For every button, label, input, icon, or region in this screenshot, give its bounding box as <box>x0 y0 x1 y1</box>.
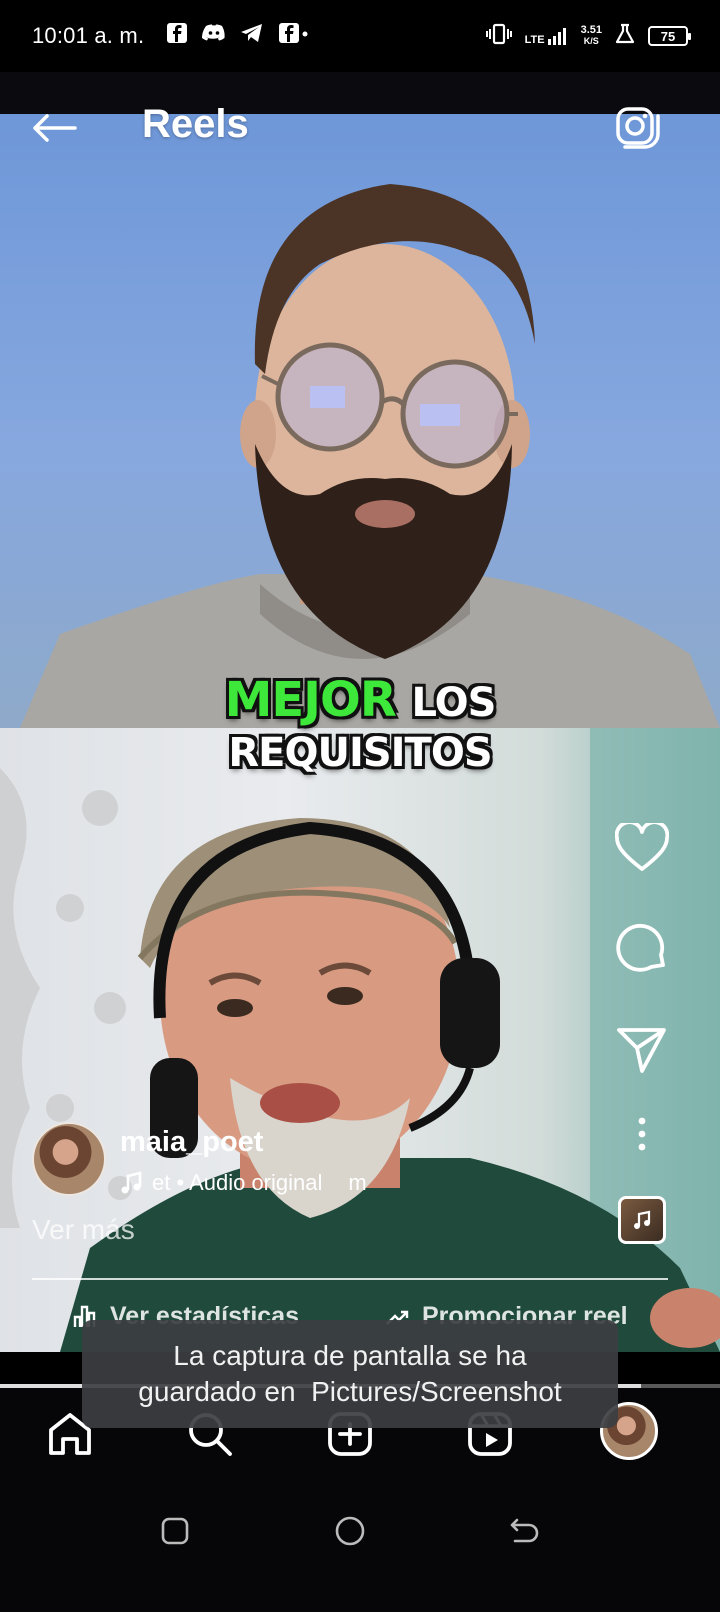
author-avatar[interactable] <box>32 1122 106 1196</box>
recent-apps-button[interactable] <box>150 1506 200 1556</box>
divider <box>32 1278 668 1280</box>
comment-icon <box>616 923 665 972</box>
back-arrow-icon <box>33 114 77 142</box>
battery-indicator: 75 <box>648 26 691 46</box>
status-time: 10:01 a. m. <box>32 23 145 48</box>
camera-button[interactable] <box>612 104 664 152</box>
music-note-icon <box>634 1210 651 1229</box>
like-button[interactable] <box>612 818 672 878</box>
heart-icon <box>615 823 669 871</box>
system-back-button[interactable] <box>500 1506 550 1556</box>
video-panel-top[interactable] <box>0 114 720 728</box>
video-caption-line1: MEJOR LOS <box>0 672 720 728</box>
share-icon <box>617 1028 666 1073</box>
facebook-icon <box>166 22 188 50</box>
discord-icon <box>202 23 226 49</box>
reels-header: Reels <box>0 100 720 156</box>
caption-highlight: MEJOR <box>224 672 397 728</box>
back-button[interactable] <box>30 108 78 148</box>
speaker-top-illustration <box>20 184 720 728</box>
recent-apps-icon <box>161 1517 189 1545</box>
share-button[interactable] <box>612 1020 672 1080</box>
caption-rest: LOS <box>411 680 497 726</box>
telegram-icon <box>240 23 264 49</box>
status-bar: 10:01 a. m. LTE 3.51 K/S 75 <box>0 0 720 72</box>
speed-unit: K/S <box>583 36 599 46</box>
audio-thumbnail[interactable] <box>618 1196 666 1244</box>
alarm-icon <box>614 23 636 49</box>
back-icon <box>510 1518 539 1543</box>
audio-label-trailing: m <box>348 1170 367 1195</box>
more-options-button[interactable] <box>612 1104 672 1164</box>
system-navigation <box>0 1476 720 1612</box>
author-username[interactable]: maia_poet <box>120 1126 263 1159</box>
page-title: Reels <box>142 102 249 146</box>
audio-label: et • Audio original <box>152 1170 323 1195</box>
toast-line2: guardado en Pictures/Screenshot <box>138 1376 562 1407</box>
network-speed: 3.51 K/S <box>581 25 602 47</box>
camera-icon <box>616 107 660 149</box>
audio-info[interactable]: et • Audio original m <box>120 1170 367 1196</box>
comment-button[interactable] <box>612 918 672 978</box>
screenshot-toast: La captura de pantalla se ha guardado en… <box>82 1320 618 1428</box>
music-note-icon <box>121 1171 142 1194</box>
see-more-link[interactable]: Ver más <box>32 1214 135 1246</box>
facebook-icon <box>278 22 308 50</box>
video-caption-line2: REQUISITOS <box>228 730 492 776</box>
system-home-button[interactable] <box>325 1506 375 1556</box>
network-type: LTE <box>524 34 545 46</box>
vibrate-icon <box>485 23 513 49</box>
speed-value: 3.51 <box>580 24 602 36</box>
more-icon <box>638 1117 646 1151</box>
home-circle-icon <box>335 1516 365 1546</box>
signal-icon: LTE <box>525 26 569 46</box>
toast-line1: La captura de pantalla se ha <box>173 1340 527 1371</box>
